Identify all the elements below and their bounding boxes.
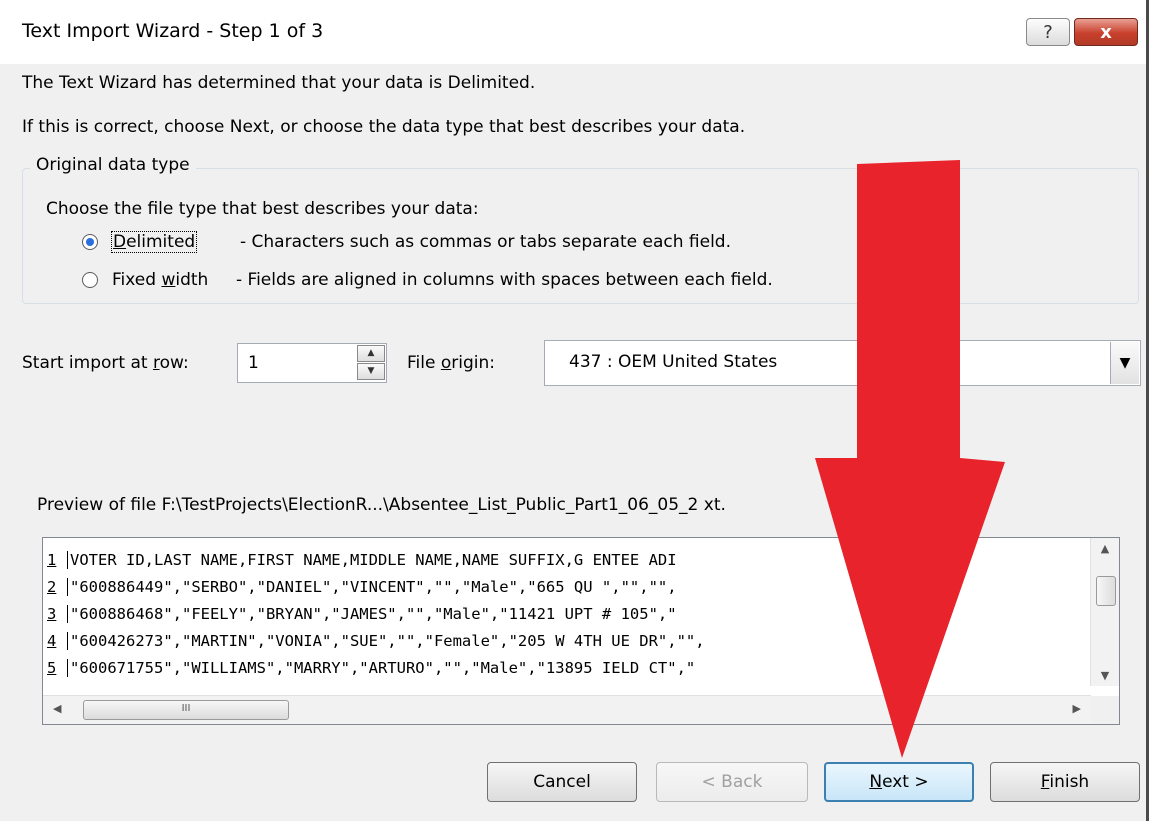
fixed-width-description: - Fields are aligned in columns with spa… xyxy=(236,270,773,290)
row-number: 3 xyxy=(47,605,57,623)
help-button[interactable]: ? xyxy=(1026,18,1070,46)
row-text: VOTER ID,LAST NAME,FIRST NAME,MIDDLE NAM… xyxy=(67,551,677,569)
row-text: "600886468","FEELY","BRYAN","JAMES","","… xyxy=(67,605,677,623)
back-button[interactable]: < Back xyxy=(656,762,808,802)
row-text: "600671755","WILLIAMS","MARRY","ARTURO",… xyxy=(67,659,696,677)
row-number: 1 xyxy=(47,551,57,569)
close-button[interactable]: x xyxy=(1074,18,1138,46)
next-button[interactable]: Next > xyxy=(824,762,974,802)
preview-row: 5 "600671755","WILLIAMS","MARRY","ARTURO"… xyxy=(47,655,1093,682)
horizontal-scrollbar[interactable]: ◀ III ▶ xyxy=(43,695,1091,724)
spin-up-icon[interactable]: ▲ xyxy=(357,345,385,362)
radio-label-fixed-width[interactable]: Fixed width xyxy=(112,270,208,290)
intro-line-2: If this is correct, choose Next, or choo… xyxy=(22,117,746,137)
file-origin-label: File origin: xyxy=(407,353,495,373)
horizontal-scroll-thumb[interactable]: III xyxy=(83,700,289,720)
preview-row: 1 VOTER ID,LAST NAME,FIRST NAME,MIDDLE NA… xyxy=(47,547,1093,574)
scroll-left-icon[interactable]: ◀ xyxy=(53,702,61,715)
preview-rows: 1 VOTER ID,LAST NAME,FIRST NAME,MIDDLE NA… xyxy=(47,547,1093,695)
finish-button[interactable]: Finish xyxy=(990,762,1140,802)
preview-pane[interactable]: 1 VOTER ID,LAST NAME,FIRST NAME,MIDDLE NA… xyxy=(42,537,1120,725)
spin-down-icon[interactable]: ▼ xyxy=(357,363,385,380)
vertical-scrollbar[interactable]: ▲ ▼ xyxy=(1090,538,1119,686)
scroll-up-icon[interactable]: ▲ xyxy=(1091,542,1119,555)
radio-label-delimited[interactable]: Delimited xyxy=(110,231,198,253)
group-legend: Original data type xyxy=(30,155,196,175)
radio-indicator-fixed-width[interactable] xyxy=(82,272,98,288)
file-origin-value: 437 : OEM United States xyxy=(569,352,778,372)
start-row-label: Start import at row: xyxy=(22,353,189,373)
text-import-wizard-dialog: Text Import Wizard - Step 1 of 3 ? x The… xyxy=(0,0,1149,821)
file-type-prompt: Choose the file type that best describes… xyxy=(46,199,479,219)
intro-line-1: The Text Wizard has determined that your… xyxy=(22,73,536,93)
row-text: "600886449","SERBO","DANIEL","VINCENT","… xyxy=(67,578,677,596)
row-number: 4 xyxy=(47,632,57,650)
delimited-description: - Characters such as commas or tabs sepa… xyxy=(240,232,731,252)
close-icon: x xyxy=(1100,22,1112,43)
cancel-button[interactable]: Cancel xyxy=(487,762,637,802)
vertical-scroll-thumb[interactable] xyxy=(1096,576,1116,606)
grip-icon: III xyxy=(181,703,191,714)
radio-indicator-delimited[interactable] xyxy=(82,234,98,250)
preview-row: 2 "600886449","SERBO","DANIEL","VINCENT",… xyxy=(47,574,1093,601)
help-icon: ? xyxy=(1043,22,1053,43)
preview-label: Preview of file F:\TestProjects\Election… xyxy=(37,495,726,515)
scroll-right-icon[interactable]: ▶ xyxy=(1073,702,1081,715)
scroll-corner xyxy=(1091,696,1119,724)
window-title: Text Import Wizard - Step 1 of 3 xyxy=(22,20,324,42)
file-origin-select[interactable]: 437 : OEM United States ▼ xyxy=(544,340,1141,386)
row-number: 2 xyxy=(47,578,57,596)
preview-row: 3 "600886468","FEELY","BRYAN","JAMES","",… xyxy=(47,601,1093,628)
preview-row: 4 "600426273","MARTIN","VONIA","SUE","","… xyxy=(47,628,1093,655)
row-number: 5 xyxy=(47,659,57,677)
start-row-stepper[interactable]: ▲ ▼ xyxy=(357,345,385,381)
chevron-down-icon[interactable]: ▼ xyxy=(1110,342,1139,384)
scroll-down-icon[interactable]: ▼ xyxy=(1091,669,1119,682)
title-bar: Text Import Wizard - Step 1 of 3 ? x xyxy=(0,0,1146,64)
start-row-value: 1 xyxy=(248,353,259,373)
row-text: "600426273","MARTIN","VONIA","SUE","","F… xyxy=(67,632,705,650)
